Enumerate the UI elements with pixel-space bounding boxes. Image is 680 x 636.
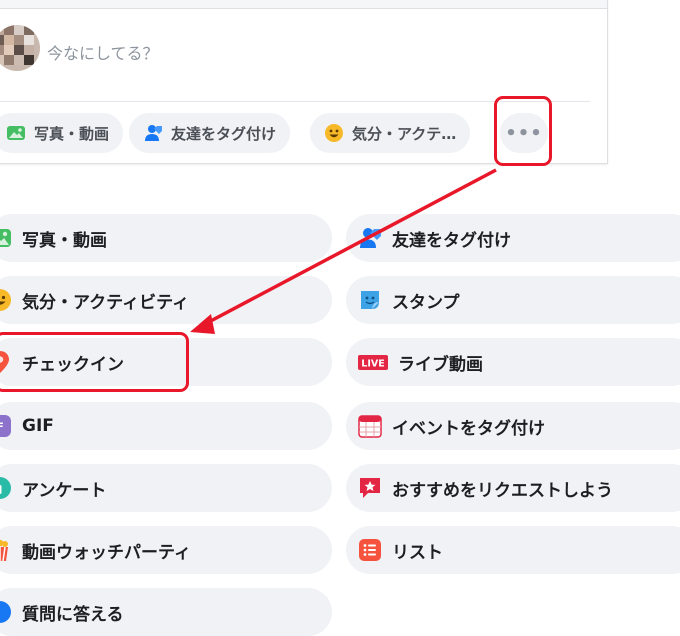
option-label: 質問に答える <box>22 604 124 625</box>
recommendation-icon <box>360 478 380 498</box>
highlight-more-button <box>494 96 552 166</box>
option-label: 気分・アクティビティ <box>22 292 190 313</box>
option-label: イベントをタグ付け <box>392 418 545 439</box>
option-watch-party[interactable]: 動画ウォッチパーティ <box>0 526 332 574</box>
option-list[interactable]: リスト <box>346 526 680 574</box>
live-video-icon: LIVE <box>358 355 388 370</box>
option-sticker[interactable]: スタンプ <box>346 276 680 324</box>
option-label: 友達をタグ付け <box>392 230 511 251</box>
highlight-check-in <box>0 332 189 392</box>
option-photo-video[interactable]: 写真・動画 <box>0 214 332 262</box>
calendar-icon <box>358 415 382 438</box>
live-badge: LIVE <box>361 359 384 370</box>
tag-friends-icon <box>145 125 162 141</box>
gif-icon: F <box>0 415 11 437</box>
option-live-video[interactable]: LIVE ライブ動画 <box>346 338 680 386</box>
option-answer-question[interactable]: 質問に答える <box>0 588 332 636</box>
chip-label: 写真・動画 <box>34 124 110 143</box>
option-tag-event[interactable]: イベントをタグ付け <box>346 402 680 450</box>
feeling-icon <box>325 124 343 142</box>
chip-feeling[interactable]: 気分・アクテ… <box>310 113 471 153</box>
option-label: スタンプ <box>392 292 460 313</box>
option-label: 動画ウォッチパーティ <box>22 542 191 563</box>
sticker-icon <box>361 291 379 309</box>
question-icon <box>0 601 11 623</box>
option-feeling-activity[interactable]: 気分・アクティビティ <box>0 276 332 324</box>
poll-icon <box>0 477 11 499</box>
option-label: GIF <box>22 416 54 436</box>
chip-tag-friends[interactable]: 友達をタグ付け <box>129 113 291 153</box>
option-label: 写真・動画 <box>22 230 107 251</box>
option-label: おすすめをリクエストしよう <box>392 480 613 501</box>
photo-icon <box>0 229 11 247</box>
chip-photo-video[interactable]: 写真・動画 <box>0 113 124 153</box>
option-tag-friends[interactable]: 友達をタグ付け <box>346 214 680 262</box>
svg-text:F: F <box>0 421 4 434</box>
option-label: ライブ動画 <box>398 354 483 375</box>
watch-party-icon <box>0 539 8 562</box>
composer-top-border <box>0 0 607 9</box>
option-poll[interactable]: アンケート <box>0 464 332 512</box>
photo-icon <box>7 126 25 140</box>
option-gif[interactable]: F GIF <box>0 402 332 450</box>
list-icon <box>359 539 381 561</box>
avatar[interactable] <box>0 25 40 71</box>
option-label: リスト <box>392 542 443 563</box>
tag-friends-icon <box>360 228 381 248</box>
chip-label: 友達をタグ付け <box>171 124 277 143</box>
option-request-recommendations[interactable]: おすすめをリクエストしよう <box>346 464 680 512</box>
option-label: アンケート <box>22 480 107 501</box>
chip-label: 気分・アクテ… <box>352 124 457 143</box>
feeling-icon <box>0 289 11 311</box>
composer-prompt[interactable]: 今なにしてる？ <box>47 40 159 64</box>
